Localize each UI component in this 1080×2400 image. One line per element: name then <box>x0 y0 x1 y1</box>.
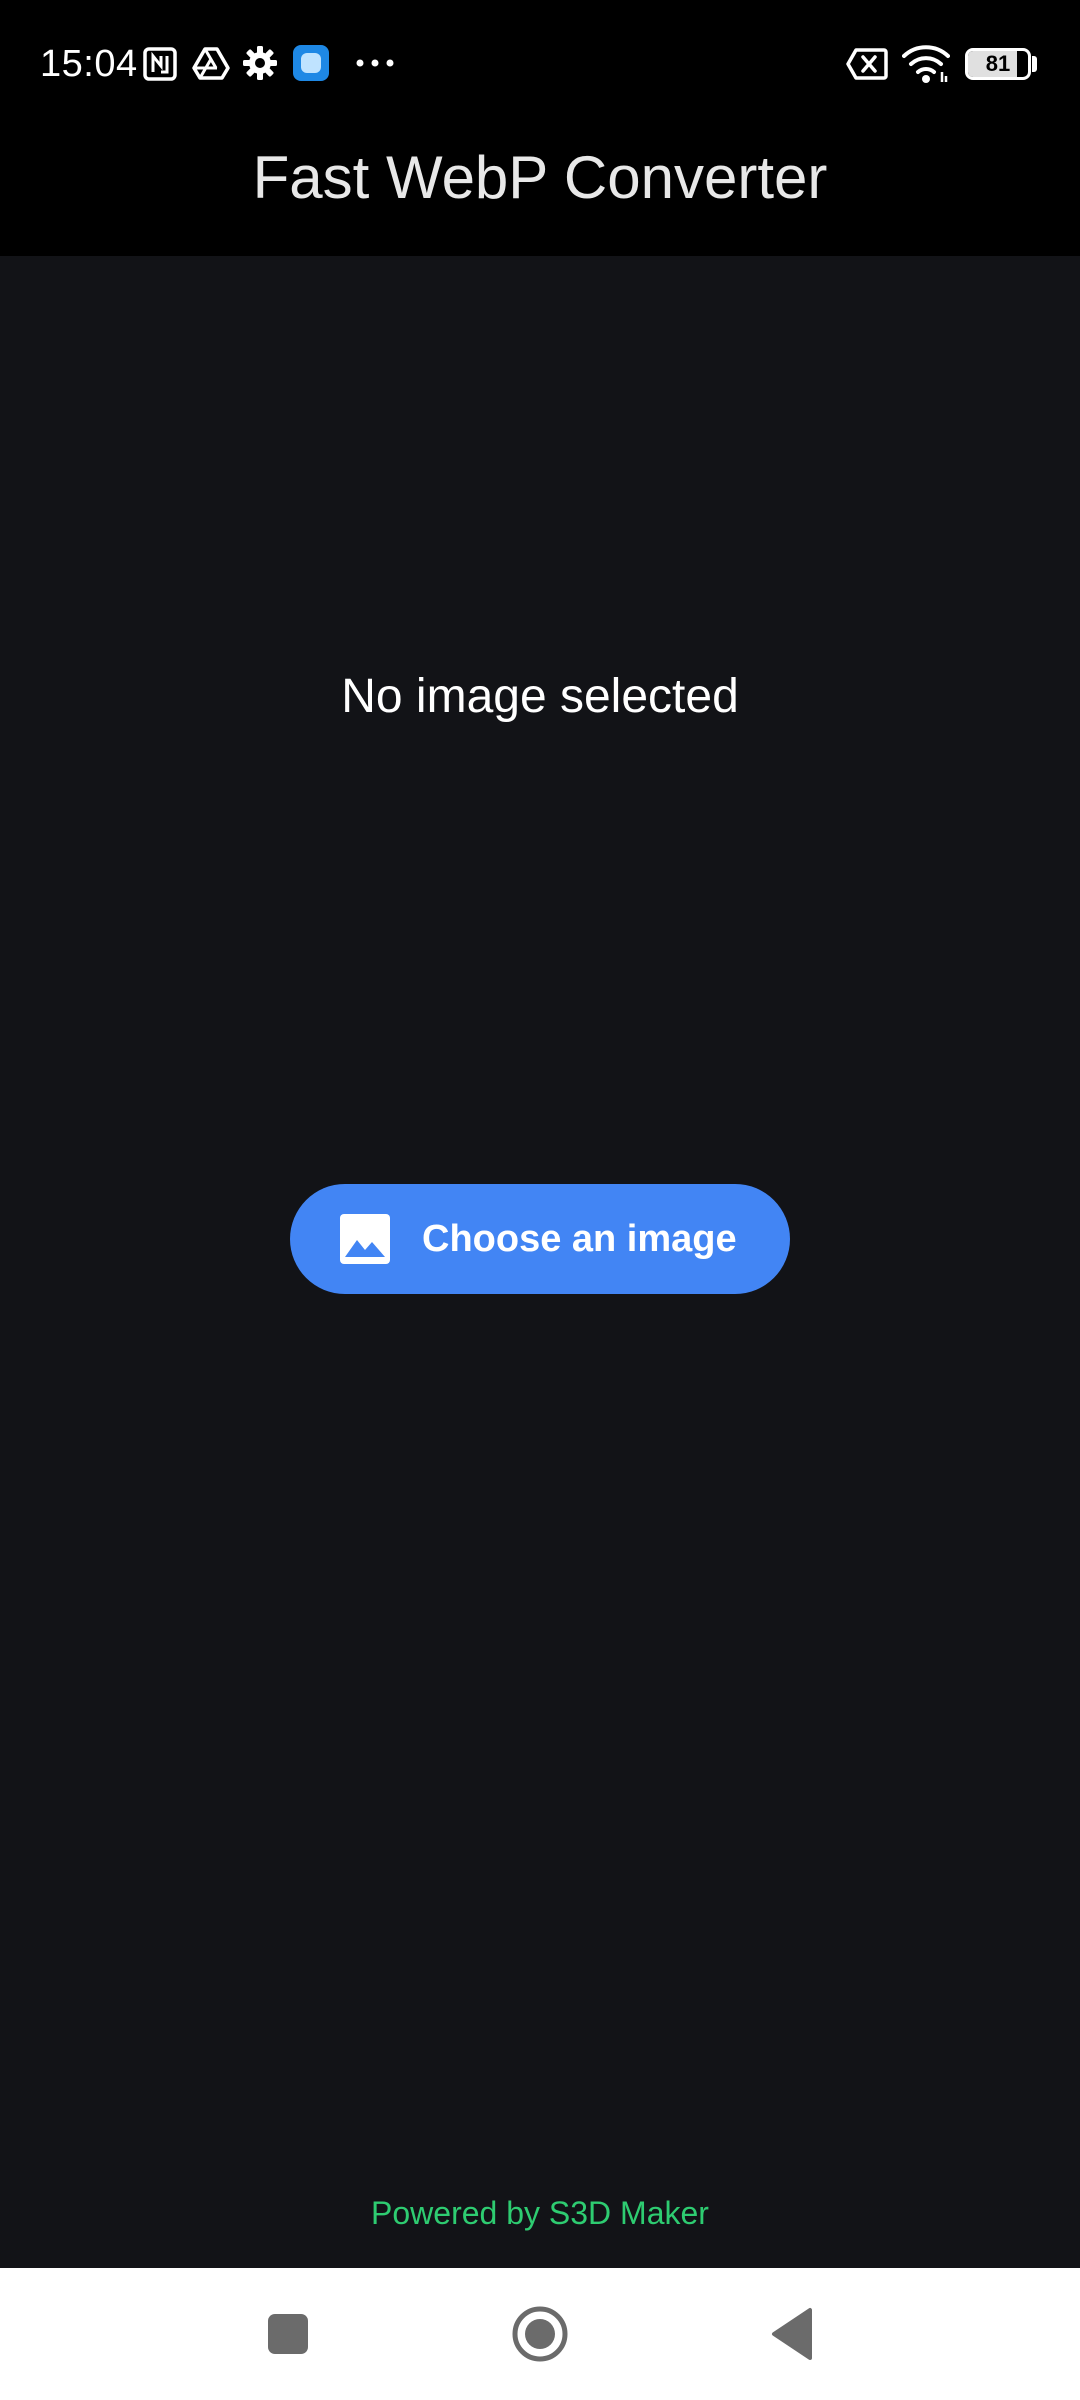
battery-level-label: 81 <box>985 51 1011 76</box>
app-bar: Fast WebP Converter <box>0 128 1080 256</box>
status-time: 15:04 <box>40 43 138 85</box>
battery-tip <box>1032 56 1037 72</box>
status-bar: 15:04 81 <box>0 0 1080 128</box>
home-button[interactable] <box>490 2288 590 2380</box>
wifi-icon <box>902 45 950 83</box>
drive-icon <box>192 47 230 80</box>
app-notification-icon <box>293 45 329 81</box>
no-sim-icon <box>846 48 888 80</box>
recents-square-icon <box>268 2314 308 2354</box>
recents-button[interactable] <box>238 2288 338 2380</box>
choose-image-button-label: Choose an image <box>422 1218 737 1260</box>
powered-by-text: Powered by S3D Maker <box>371 2195 709 2231</box>
app-screen: 15:04 81 Fast WebP Converter No image se… <box>0 0 1080 2400</box>
battery-icon: 81 <box>965 48 1031 80</box>
more-dots-icon <box>356 59 394 67</box>
navigation-bar <box>0 2268 1080 2400</box>
back-button[interactable] <box>742 2288 842 2380</box>
empty-state-text: No image selected <box>341 670 739 723</box>
choose-image-button[interactable]: Choose an image <box>290 1184 790 1294</box>
app-title: Fast WebP Converter <box>252 144 828 211</box>
settings-gear-icon <box>243 46 277 80</box>
image-icon <box>340 1214 390 1264</box>
home-circle-icon <box>512 2306 568 2362</box>
back-triangle-icon <box>772 2308 812 2360</box>
nfc-icon <box>143 47 177 81</box>
